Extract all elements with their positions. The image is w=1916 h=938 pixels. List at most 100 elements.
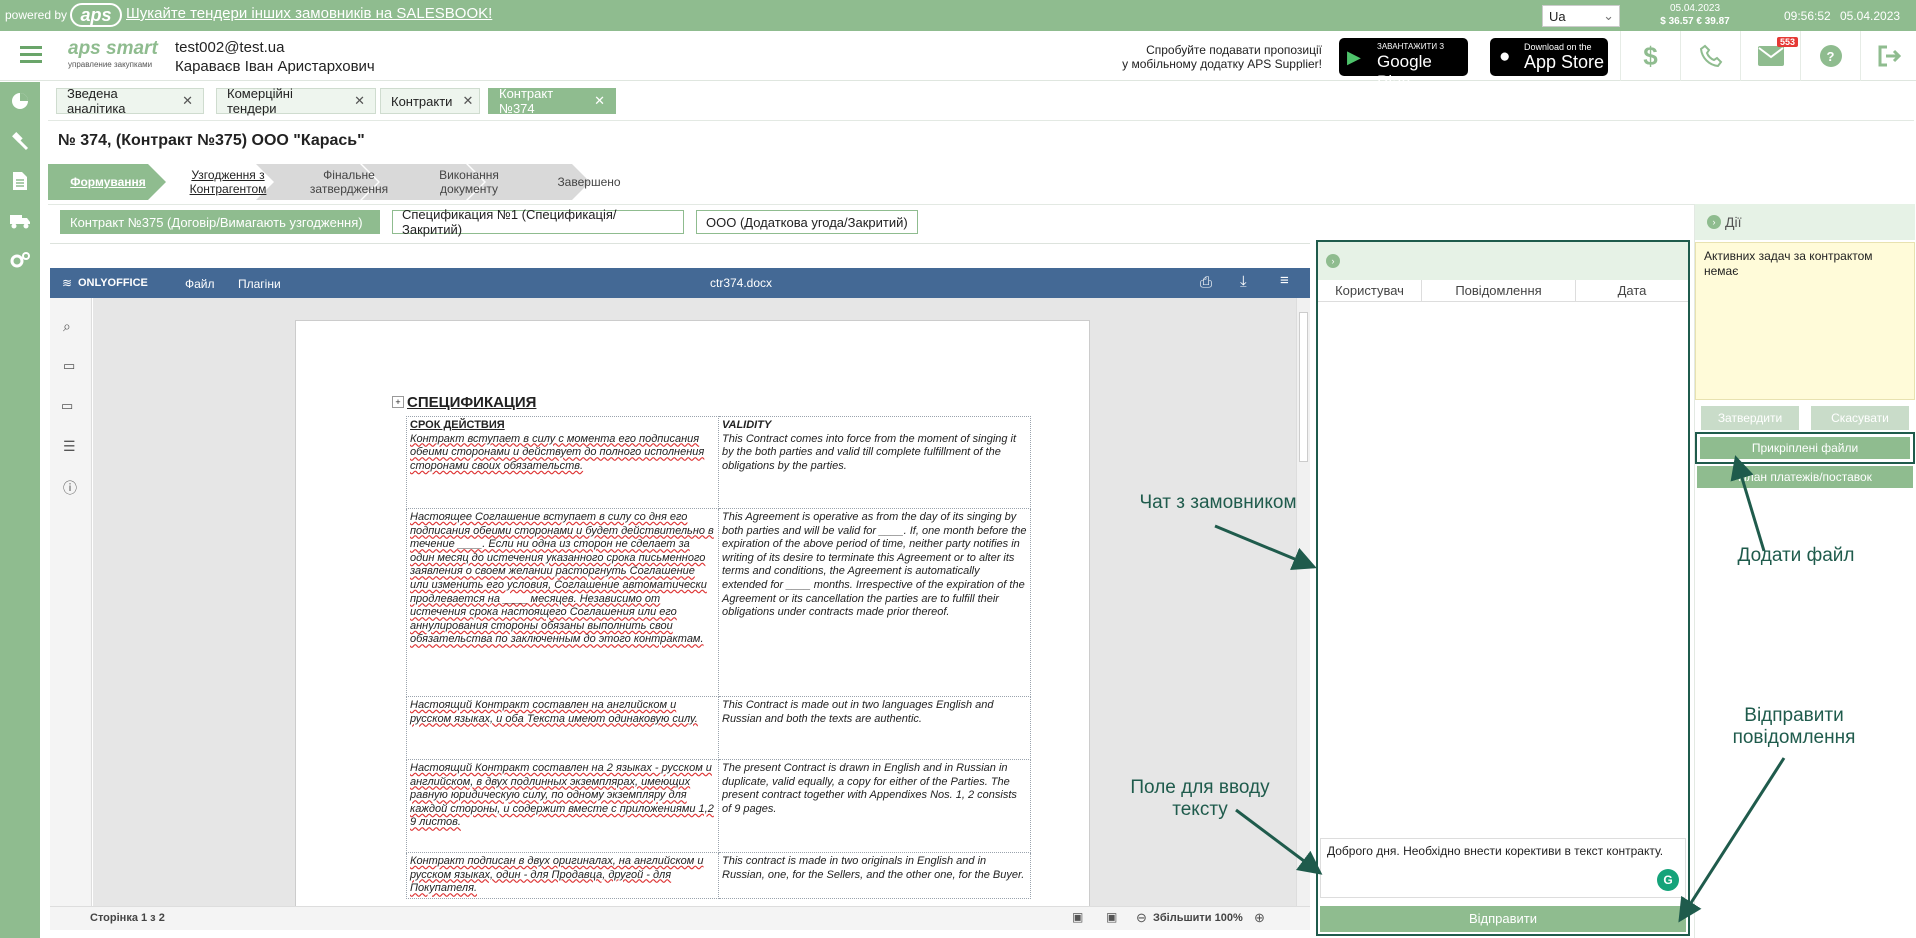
linked-doc-contract-375[interactable]: Контракт №375 (Договір/Вимагають узгодже… (60, 210, 380, 234)
document-icon (13, 172, 27, 190)
user-email: test002@test.ua (175, 39, 285, 56)
search-icon[interactable]: ⌕ (63, 318, 71, 335)
fit-page-icon[interactable]: ▣ (1072, 910, 1083, 924)
mail-icon (1757, 46, 1784, 66)
phone-icon (1699, 44, 1722, 68)
close-icon[interactable]: ✕ (182, 93, 193, 109)
dollar-icon: $ (1643, 40, 1658, 71)
app-store-button[interactable]: ● Download on the App Store (1490, 38, 1608, 76)
analytics-nav-item[interactable] (8, 89, 32, 113)
attached-files-button[interactable]: Прикріплені файли (1700, 437, 1910, 459)
editor-filename: ctr374.docx (710, 276, 773, 290)
attached-files-frame: Прикріплені файли (1695, 432, 1915, 464)
menu-file[interactable]: Файл (185, 277, 215, 291)
zoom-in-icon[interactable]: ⊕ (1254, 910, 1265, 926)
tab-summary-analytics[interactable]: Зведена аналітика ✕ (56, 86, 204, 116)
editor-toolbar: ≋ ONLYOFFICE Файл Плагіни ctr374.docx ⎙ … (50, 268, 1310, 298)
editor-canvas: + СПЕЦИФИКАЦИЯ СРОК ДЕЙСТВИЯ Контракт вст… (93, 298, 1296, 906)
google-play-button[interactable]: ▶ ЗАВАНТАЖИТИ З Google Play (1339, 38, 1468, 91)
top-bar: powered by aps Шукайте тендери інших зам… (0, 0, 1916, 31)
tasks-box: Активних задач за контрактом немає (1695, 242, 1915, 400)
gears-icon (10, 252, 30, 268)
linked-doc-supplementary[interactable]: ООО (Додаткова угода/Закритий) (696, 210, 918, 234)
currency-rates: $ 36.57 € 39.87 (1660, 16, 1730, 27)
tab-contract-374[interactable]: Контракт №374 ✕ (488, 86, 616, 116)
info-icon[interactable]: ⓘ (63, 478, 77, 498)
zoom-out-icon[interactable]: ⊖ (1136, 910, 1147, 926)
document-heading: СПЕЦИФИКАЦИЯ (407, 394, 537, 411)
settings-nav-item[interactable] (8, 249, 32, 273)
delivery-nav-item[interactable] (8, 209, 32, 233)
close-icon[interactable]: ✕ (462, 93, 473, 109)
close-icon[interactable]: ✕ (354, 93, 365, 109)
aps-logo: aps (70, 3, 122, 27)
table-move-icon[interactable]: + (392, 396, 404, 408)
no-tasks-text: Активних задач за контрактом немає (1704, 249, 1873, 278)
annotation-input-field: Поле для вводу тексту (1130, 777, 1270, 820)
mail-count-badge: 553 (1777, 37, 1799, 47)
chat-panel: › Користувач Повідомлення Дата Доброго д… (1316, 240, 1690, 936)
grammarly-icon[interactable]: G (1657, 869, 1679, 891)
close-icon[interactable]: ✕ (594, 93, 605, 109)
help-icon: ? (1819, 45, 1842, 67)
gavel-icon (12, 132, 29, 151)
mobile-promo-line1: Спробуйте подавати пропозиції (1146, 43, 1322, 57)
navigation-icon[interactable]: ☰ (63, 438, 76, 455)
table-row: Настоящее Соглашение вступает в силу со … (406, 508, 1031, 697)
messages-button[interactable]: 553 (1740, 31, 1800, 81)
send-button[interactable]: Відправити (1320, 906, 1686, 932)
finance-button[interactable]: $ (1620, 31, 1680, 81)
table-row: Настоящий Контракт составлен на 2 языках… (406, 759, 1031, 853)
approve-button[interactable]: Затвердити (1701, 406, 1799, 430)
onlyoffice-logo-icon: ≋ (62, 276, 73, 290)
table-row: Настоящий Контракт составлен на английск… (406, 696, 1031, 760)
hamburger-menu-icon[interactable] (20, 46, 42, 64)
chevron-down-icon: ⌄ (1603, 8, 1614, 23)
page-title: № 374, (Контракт №375) ООО "Карась" (58, 132, 365, 149)
linked-doc-specification-1[interactable]: Спецификация №1 (Спецификація/Закритий) (392, 207, 684, 237)
actions-title: Дії (1725, 214, 1742, 230)
menu-plugins[interactable]: Плагіни (238, 277, 281, 291)
chat-header: › (1318, 242, 1688, 280)
phone-button[interactable] (1680, 31, 1740, 81)
tab-commercial-tenders[interactable]: Комерційні тендери ✕ (216, 86, 376, 116)
aps-smart-logo[interactable]: aps smart управление закупками (68, 38, 160, 76)
clock-date: 05.04.2023 (1840, 9, 1901, 23)
chat-message-input[interactable]: Доброго дня. Необхідно внести корективи … (1320, 838, 1686, 898)
col-date: Дата (1617, 283, 1647, 298)
payment-plan-button[interactable]: План платежів/поставок (1697, 466, 1913, 488)
menu-icon[interactable]: ≡ (1280, 272, 1289, 289)
page-info: Сторінка 1 з 2 (90, 912, 165, 924)
user-name: Караваєв Іван Аристархович (175, 58, 375, 75)
fit-width-icon[interactable]: ▣ (1106, 910, 1117, 924)
cancel-button[interactable]: Скасувати (1811, 406, 1909, 430)
step-forming[interactable]: Формування (56, 164, 160, 200)
tab-contracts[interactable]: Контракти ✕ (380, 88, 480, 114)
comment-icon[interactable]: ▭ (63, 358, 75, 374)
app-header: aps smart управление закупками test002@t… (0, 31, 1916, 91)
editor-status-bar: Сторінка 1 з 2 ▣ ▣ ⊖ Збільшити 100% ⊕ (50, 906, 1310, 930)
salesbook-promo-link[interactable]: Шукайте тендери інших замовників на SALE… (126, 5, 492, 22)
truck-icon (10, 215, 30, 229)
pie-chart-icon (12, 93, 28, 109)
tenders-nav-item[interactable] (8, 129, 32, 153)
actions-panel: › Дії Активних задач за контрактом немає… (1694, 204, 1915, 938)
step-counterparty-approval[interactable]: Узгодження з Контрагентом (176, 164, 280, 200)
logout-button[interactable] (1860, 31, 1916, 81)
col-message: Повідомлення (1422, 280, 1576, 302)
logout-icon (1878, 45, 1901, 67)
contracts-nav-item[interactable] (8, 169, 32, 193)
print-icon[interactable]: ⎙ (1200, 274, 1212, 291)
mobile-promo-line2: у мобільному додатку APS Supplier! (1122, 57, 1322, 71)
left-sidebar (0, 82, 40, 938)
chevron-right-icon[interactable]: › (1326, 254, 1340, 268)
language-select[interactable]: Ua ⌄ (1542, 5, 1620, 27)
help-button[interactable]: ? (1800, 31, 1860, 81)
col-user: Користувач (1318, 280, 1422, 302)
chat-icon[interactable]: ▭ (61, 398, 73, 414)
chevron-right-icon[interactable]: › (1707, 215, 1721, 229)
apple-icon: ● (1499, 46, 1511, 67)
editor-scrollbar[interactable] (1296, 298, 1310, 906)
table-row: Контракт подписан в двух оригиналах, на … (406, 852, 1031, 899)
download-icon[interactable]: ⤓ (1240, 273, 1247, 290)
